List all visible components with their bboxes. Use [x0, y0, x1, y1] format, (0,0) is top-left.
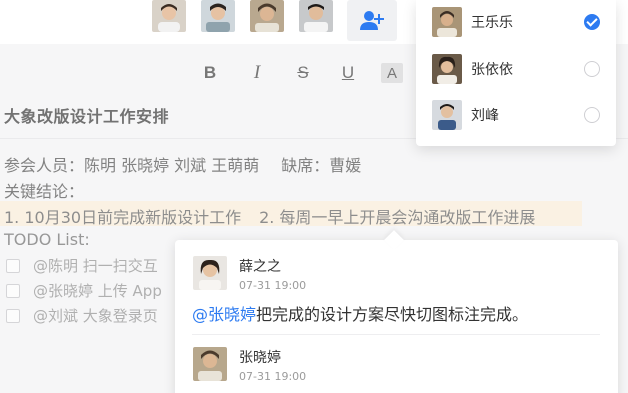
avatar[interactable]	[299, 0, 333, 32]
highlight-button[interactable]: A	[381, 63, 403, 83]
todo-label[interactable]: TODO List:	[4, 230, 90, 249]
avatar[interactable]	[201, 0, 235, 32]
member-name: 王乐乐	[471, 15, 513, 31]
avatar[interactable]	[152, 0, 186, 32]
todo-text: @刘斌 大象登录页	[33, 307, 158, 325]
absent-text: 缺席：曹媛	[281, 156, 362, 175]
comment-text: 把完成的设计方案尽快切图标注完成。	[256, 305, 529, 324]
select-radio[interactable]	[584, 107, 600, 123]
add-member-button[interactable]	[347, 0, 397, 41]
avatar[interactable]	[193, 256, 227, 290]
participant-avatars	[152, 0, 348, 34]
comment-time: 07-31 19:00	[239, 279, 307, 292]
document-title[interactable]: 大象改版设计工作安排	[4, 103, 169, 127]
conclusion-item-2: 2. 每周一早上开晨会沟通改版工作进展	[259, 208, 536, 227]
conclusion-label[interactable]: 关键结论：	[4, 178, 84, 202]
comment-author: 张晓婷	[239, 350, 281, 366]
member-dropdown: 王乐乐 张依依 刘峰	[416, 0, 616, 146]
comment-author: 薛之之	[239, 259, 281, 275]
comment-panel: 薛之之 07-31 19:00 @张晓婷把完成的设计方案尽快切图标注完成。 张晓…	[175, 230, 618, 393]
conclusion-text[interactable]: 1. 10月30日前完成新版设计工作 2. 每周一早上开晨会沟通改版工作进展	[4, 204, 535, 228]
todo-checkbox[interactable]	[6, 258, 20, 273]
comment-time: 07-31 19:00	[239, 370, 307, 383]
member-item-zhang-yiyi[interactable]: 张依依	[416, 47, 616, 91]
comment-divider	[192, 334, 600, 335]
popover-arrow	[384, 230, 404, 250]
checkmark-icon[interactable]	[584, 14, 600, 30]
attendees-text: 参会人员：陈明 张晓婷 刘斌 王萌萌	[4, 156, 260, 175]
todo-checkbox[interactable]	[6, 283, 20, 298]
member-name: 张依依	[471, 62, 513, 78]
member-item-liu-feng[interactable]: 刘峰	[416, 93, 616, 137]
mention-link[interactable]: @张晓婷	[192, 305, 256, 324]
add-user-icon	[360, 10, 384, 30]
todo-text: @陈明 扫一扫交互	[33, 257, 158, 275]
conclusion-item-1: 1. 10月30日前完成新版设计工作	[4, 208, 242, 227]
avatar	[432, 54, 462, 84]
todo-item[interactable]: @刘斌 大象登录页	[6, 305, 158, 326]
todo-checkbox[interactable]	[6, 308, 20, 323]
avatar[interactable]	[193, 347, 227, 381]
italic-button[interactable]: I	[244, 60, 270, 86]
comment-body: @张晓婷把完成的设计方案尽快切图标注完成。	[192, 301, 528, 325]
avatar	[432, 7, 462, 37]
bold-button[interactable]: B	[197, 60, 223, 86]
todo-item[interactable]: @张晓婷 上传 App	[6, 280, 162, 301]
strikethrough-button[interactable]: S	[290, 60, 316, 86]
todo-text: @张晓婷 上传 App	[33, 282, 162, 300]
attendees-line[interactable]: 参会人员：陈明 张晓婷 刘斌 王萌萌 缺席：曹媛	[4, 152, 361, 176]
avatar[interactable]	[250, 0, 284, 32]
avatar	[432, 100, 462, 130]
member-item-wang-lele[interactable]: 王乐乐	[416, 0, 616, 44]
member-name: 刘峰	[471, 108, 499, 124]
underline-button[interactable]: U	[335, 60, 361, 86]
select-radio[interactable]	[584, 61, 600, 77]
todo-item[interactable]: @陈明 扫一扫交互	[6, 255, 158, 276]
